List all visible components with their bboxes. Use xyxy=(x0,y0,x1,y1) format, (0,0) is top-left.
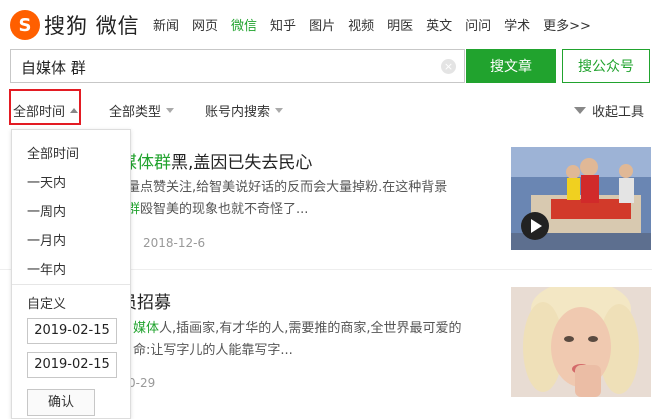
custom-range-label: 自定义 xyxy=(27,297,67,312)
result-date: 2018-12-6 xyxy=(143,236,206,250)
filter-account[interactable]: 账号内搜索 xyxy=(205,101,284,120)
date-to-input[interactable]: 2019-02-15 xyxy=(27,352,117,378)
nav-images[interactable]: 图片 xyxy=(309,15,335,34)
portrait-thumbnail-image xyxy=(511,287,651,397)
result-desc-line: 殴智美的现象也就不奇怪了... xyxy=(140,202,309,217)
time-filter-dropdown: 全部时间 一天内 一周内 一月内 一年内 自定义 2019-02-15 2019… xyxy=(11,129,131,419)
sogou-logo-icon: S xyxy=(10,10,40,40)
search-articles-button[interactable]: 搜文章 xyxy=(466,49,556,83)
filter-account-label: 账号内搜索 xyxy=(205,105,271,120)
search-box: × xyxy=(10,49,465,83)
time-option-year[interactable]: 一年内 xyxy=(27,259,66,278)
video-thumbnail-image xyxy=(511,147,651,250)
time-option-week[interactable]: 一周内 xyxy=(27,201,66,220)
logo-subtext: 微信 xyxy=(95,14,140,38)
top-nav: 新闻 网页 微信 知乎 图片 视频 明医 英文 问问 学术 更多>> xyxy=(153,15,604,34)
result-title-text: 黑,盖因已失去民心 xyxy=(171,153,313,173)
time-option-month[interactable]: 一月内 xyxy=(27,230,66,249)
logo-text: 搜狗 xyxy=(44,14,88,38)
clear-icon[interactable]: × xyxy=(441,59,456,74)
filter-type[interactable]: 全部类型 xyxy=(109,101,175,120)
nav-english[interactable]: 英文 xyxy=(426,15,452,34)
result-thumbnail[interactable] xyxy=(511,287,651,397)
result-description: 媒体人,插画家,有才华的人,需要推的商家,全世界最可爱的 命:让写字儿的人能靠写… xyxy=(133,318,513,362)
funnel-icon xyxy=(574,107,586,114)
search-input[interactable] xyxy=(19,56,443,78)
nav-more[interactable]: 更多>> xyxy=(543,15,591,34)
sogou-logo[interactable]: S 搜狗 微信 xyxy=(10,8,150,42)
time-option-day[interactable]: 一天内 xyxy=(27,172,66,191)
result-desc-line: 量点赞关注,给智美说好话的反而会大量掉粉.在这种背景 xyxy=(127,180,448,195)
nav-wenwen[interactable]: 问问 xyxy=(465,15,491,34)
nav-medical[interactable]: 明医 xyxy=(387,15,413,34)
nav-scholar[interactable]: 学术 xyxy=(504,15,530,34)
nav-news[interactable]: 新闻 xyxy=(153,15,179,34)
result-desc-line: 命:让写字儿的人能靠写字... xyxy=(133,343,293,358)
search-accounts-button[interactable]: 搜公众号 xyxy=(562,49,650,83)
collapse-tools[interactable]: 收起工具 xyxy=(574,101,644,120)
chevron-down-icon xyxy=(275,108,284,113)
nav-web[interactable]: 网页 xyxy=(192,15,218,34)
nav-video[interactable]: 视频 xyxy=(348,15,374,34)
date-from-input[interactable]: 2019-02-15 xyxy=(27,318,117,344)
result-desc-highlight: 媒体 xyxy=(133,321,160,336)
result-thumbnail[interactable] xyxy=(511,147,651,250)
highlight-box xyxy=(9,89,81,125)
nav-weixin[interactable]: 微信 xyxy=(231,15,257,34)
result-desc-line: 人,插画家,有才华的人,需要推的商家,全世界最可爱的 xyxy=(159,321,462,336)
chevron-down-icon xyxy=(166,108,175,113)
result-description: 量点赞关注,给智美说好话的反而会大量掉粉.在这种背景 群殴智美的现象也就不奇怪了… xyxy=(127,177,507,221)
nav-zhihu[interactable]: 知乎 xyxy=(270,15,296,34)
confirm-button[interactable]: 确认 xyxy=(27,389,95,416)
collapse-tools-label: 收起工具 xyxy=(592,105,645,120)
dropdown-divider xyxy=(12,284,130,285)
time-option-all[interactable]: 全部时间 xyxy=(27,143,79,162)
result-date: 0-29 xyxy=(128,376,156,390)
result-title[interactable]: 媒体群黑,盖因已失去民心 xyxy=(120,148,312,173)
filter-type-label: 全部类型 xyxy=(109,105,162,120)
